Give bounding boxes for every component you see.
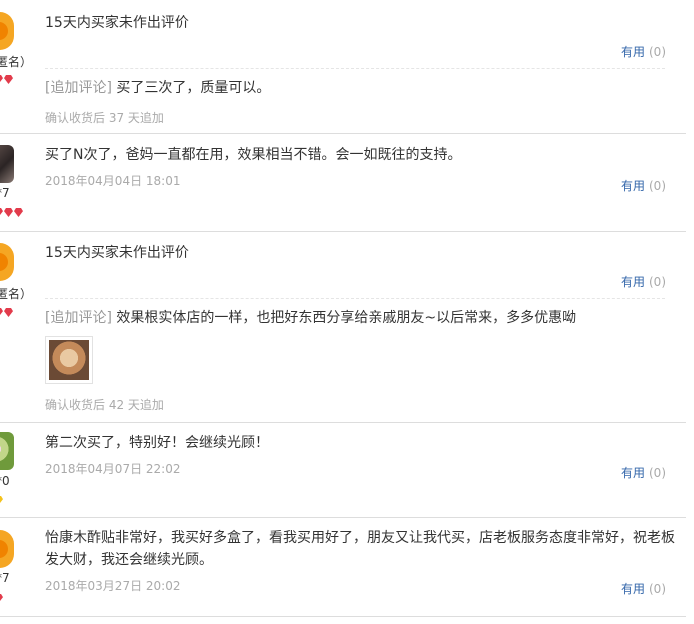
review-item: *7 买了N次了，爸妈一直都在用，效果相当不错。会一如既往的支持。 2018年0…: [0, 134, 686, 232]
useful-button[interactable]: 有用 (0): [621, 464, 666, 481]
user-avatar[interactable]: [0, 145, 14, 183]
review-text: 15天内买家未作出评价: [45, 15, 189, 31]
user-name: 匿名）: [0, 55, 33, 69]
user-rank-icon: [0, 594, 3, 604]
useful-button[interactable]: 有用 (0): [621, 43, 666, 60]
review-user: *7: [0, 518, 40, 616]
review-user: 匿名）: [0, 0, 40, 133]
review-item: *0 第二次买了，特别好！会继续光顾！ 2018年04月07日 22:02 有用…: [0, 423, 686, 518]
review-text: 买了N次了，爸妈一直都在用，效果相当不错。会一如既往的支持。: [45, 147, 462, 163]
review-user: 匿名）: [0, 232, 40, 422]
useful-button[interactable]: 有用 (0): [621, 273, 666, 290]
useful-button[interactable]: 有用 (0): [621, 580, 666, 597]
review-text: 第二次买了，特别好！会继续光顾！: [45, 435, 269, 451]
append-review-tag: [追加评论]: [45, 310, 112, 326]
user-name: *7: [0, 186, 10, 200]
user-avatar[interactable]: [0, 243, 14, 281]
user-name: *7: [0, 571, 10, 585]
useful-label[interactable]: 有用: [621, 275, 645, 289]
review-list: 匿名） 15天内买家未作出评价 有用 (0) [追加评论] 买了三次了，质量可以。…: [0, 0, 694, 624]
review-item: *7 怡康木酢贴非常好，我买好多盒了，看我买用好了，朋友又让我代买，店老板服务态…: [0, 518, 686, 617]
append-review-tag: [追加评论]: [45, 80, 112, 96]
append-review-text: 买了三次了，质量可以。: [116, 80, 271, 96]
user-avatar[interactable]: [0, 12, 14, 50]
useful-label[interactable]: 有用: [621, 466, 645, 480]
useful-label[interactable]: 有用: [621, 45, 645, 59]
review-date: 2018年04月07日 22:02: [45, 462, 181, 476]
useful-count: (0): [649, 179, 666, 193]
user-avatar[interactable]: [0, 432, 14, 470]
user-rank-icon: [0, 75, 13, 85]
useful-count: (0): [649, 582, 666, 596]
user-avatar[interactable]: [0, 530, 14, 568]
review-photo-thumbnail[interactable]: [45, 336, 93, 384]
user-rank-icon: [0, 208, 23, 218]
divider: [45, 68, 665, 69]
user-rank-icon: [0, 496, 3, 506]
append-review: [追加评论] 买了三次了，质量可以。: [45, 77, 675, 99]
append-review-date: 确认收货后 37 天追加: [45, 111, 164, 125]
useful-button[interactable]: 有用 (0): [621, 177, 666, 194]
review-item: 匿名） 15天内买家未作出评价 有用 (0) [追加评论] 买了三次了，质量可以。…: [0, 0, 686, 134]
user-name: 匿名）: [0, 287, 33, 301]
useful-label[interactable]: 有用: [621, 582, 645, 596]
useful-label[interactable]: 有用: [621, 179, 645, 193]
append-review: [追加评论] 效果根实体店的一样，也把好东西分享给亲戚朋友~以后常来，多多优惠呦: [45, 307, 675, 329]
useful-count: (0): [649, 275, 666, 289]
user-rank-icon: [0, 308, 13, 318]
review-item: 匿名） 15天内买家未作出评价 有用 (0) [追加评论] 效果根实体店的一样，也…: [0, 232, 686, 423]
divider: [45, 298, 665, 299]
review-date: 2018年04月04日 18:01: [45, 174, 181, 188]
useful-count: (0): [649, 45, 666, 59]
review-text: 怡康木酢贴非常好，我买好多盒了，看我买用好了，朋友又让我代买，店老板服务态度非常…: [45, 530, 675, 568]
review-text: 15天内买家未作出评价: [45, 245, 189, 261]
review-user: *7: [0, 134, 40, 231]
review-user: *0: [0, 423, 40, 517]
append-review-text: 效果根实体店的一样，也把好东西分享给亲戚朋友~以后常来，多多优惠呦: [116, 310, 577, 326]
user-name: *0: [0, 474, 10, 488]
review-date: 2018年03月27日 20:02: [45, 579, 181, 593]
useful-count: (0): [649, 466, 666, 480]
append-review-date: 确认收货后 42 天追加: [45, 398, 164, 412]
